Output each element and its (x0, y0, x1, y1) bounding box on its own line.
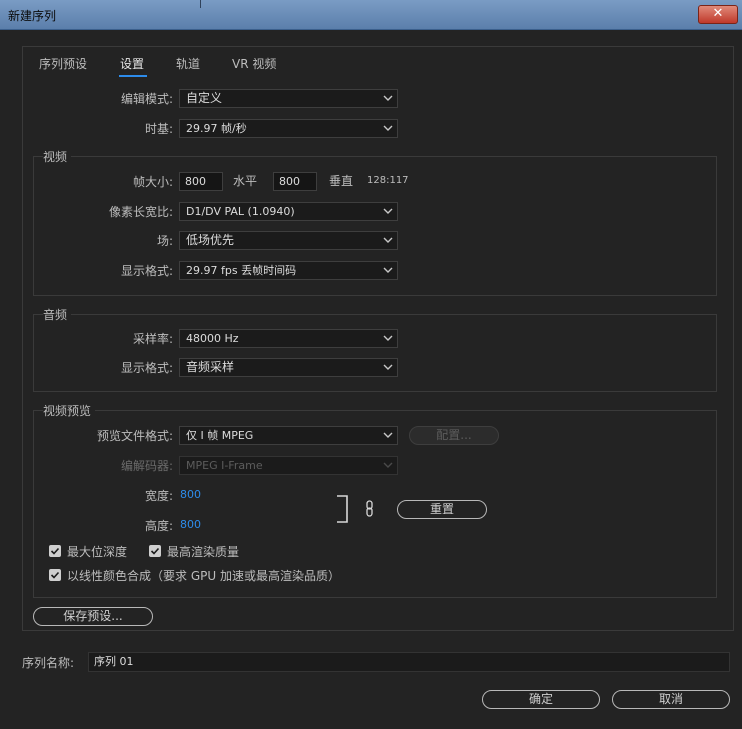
audio-display-format-label: 显示格式: (120, 361, 173, 375)
timebase-select[interactable]: 29.97 帧/秒 (179, 119, 398, 138)
preview-width-label: 宽度: (144, 489, 173, 503)
max-render-quality-label: 最高渲染质量 (167, 545, 240, 559)
video-section-title: 视频 (43, 148, 72, 165)
sequence-name-input[interactable]: 序列 01 (88, 652, 730, 672)
chevron-down-icon (383, 93, 393, 103)
tab-vr-video[interactable]: VR 视频 (232, 55, 276, 72)
pixel-aspect-select[interactable]: D1/DV PAL (1.0940) (179, 202, 398, 221)
pixel-aspect-value: D1/DV PAL (1.0940) (186, 205, 295, 218)
chevron-down-icon (383, 430, 393, 440)
sequence-name-label: 序列名称: (22, 656, 75, 670)
audio-display-format-value: 音频采样 (186, 360, 235, 374)
reset-button[interactable]: 重置 (397, 500, 487, 519)
chevron-down-icon (383, 265, 393, 275)
horizontal-label: 水平 (233, 174, 258, 188)
edit-mode-value: 自定义 (186, 91, 223, 105)
checkmark-icon (50, 571, 60, 579)
active-tab-indicator (119, 75, 147, 77)
chevron-down-icon (383, 206, 393, 216)
sample-rate-label: 采样率: (132, 332, 173, 346)
tab-settings[interactable]: 设置 (120, 55, 144, 72)
sample-rate-select[interactable]: 48000 Hz (179, 329, 398, 348)
linear-color-label: 以线性颜色合成（要求 GPU 加速或最高渲染品质） (67, 569, 340, 583)
chevron-down-icon (383, 460, 393, 470)
edit-mode-select[interactable]: 自定义 (179, 89, 398, 108)
preview-width-value[interactable]: 800 (180, 488, 201, 501)
sample-rate-value: 48000 Hz (186, 332, 239, 345)
chevron-down-icon (383, 123, 393, 133)
frame-height-input[interactable]: 800 (273, 172, 317, 191)
frame-width-input[interactable]: 800 (179, 172, 223, 191)
video-display-format-label: 显示格式: (120, 264, 173, 278)
fields-value: 低场优先 (186, 233, 235, 247)
frame-size-label: 帧大小: (132, 175, 173, 189)
checkmark-icon (150, 547, 160, 555)
cancel-button[interactable]: 取消 (612, 690, 730, 709)
vertical-label: 垂直 (329, 174, 354, 188)
timebase-label: 时基: (144, 122, 173, 136)
edit-mode-label: 编辑模式: (120, 92, 173, 106)
ok-button[interactable]: 确定 (482, 690, 600, 709)
preview-height-label: 高度: (144, 519, 173, 533)
close-button[interactable]: ✕ (698, 5, 738, 24)
preview-file-format-select[interactable]: 仅 I 帧 MPEG (179, 426, 398, 445)
bracket-icon (337, 495, 348, 523)
new-sequence-dialog: 新建序列 ✕ 序列预设 设置 轨道 VR 视频 编辑模式: 自定义 时基: 29… (0, 0, 742, 729)
preview-height-value[interactable]: 800 (180, 518, 201, 531)
fields-label: 场: (156, 234, 173, 248)
codec-value: MPEG I-Frame (186, 459, 263, 472)
video-preview-section-title: 视频预览 (43, 402, 96, 419)
linear-color-checkbox[interactable] (49, 569, 61, 581)
fields-select[interactable]: 低场优先 (179, 231, 398, 250)
chevron-down-icon (383, 235, 393, 245)
timebase-value: 29.97 帧/秒 (186, 122, 247, 135)
codec-label: 编解码器: (120, 459, 173, 473)
chevron-down-icon (383, 362, 393, 372)
video-display-format-value: 29.97 fps 丢帧时间码 (186, 264, 297, 277)
settings-panel: 序列预设 设置 轨道 VR 视频 编辑模式: 自定义 时基: 29.97 帧/秒… (22, 46, 734, 631)
tab-sequence-presets[interactable]: 序列预设 (39, 55, 87, 72)
chevron-down-icon (383, 333, 393, 343)
audio-section-title: 音频 (43, 306, 72, 323)
preview-file-format-value: 仅 I 帧 MPEG (186, 429, 254, 442)
pixel-aspect-label: 像素长宽比: (108, 205, 173, 219)
window-title: 新建序列 (8, 9, 57, 23)
audio-group (33, 314, 717, 392)
dialog-body: 序列预设 设置 轨道 VR 视频 编辑模式: 自定义 时基: 29.97 帧/秒… (6, 30, 742, 729)
max-bit-depth-label: 最大位深度 (67, 545, 128, 559)
max-bit-depth-checkbox[interactable] (49, 545, 61, 557)
preview-file-format-label: 预览文件格式: (96, 429, 173, 443)
max-render-quality-checkbox[interactable] (149, 545, 161, 557)
title-bar[interactable]: 新建序列 ✕ (0, 0, 742, 30)
video-display-format-select[interactable]: 29.97 fps 丢帧时间码 (179, 261, 398, 280)
save-preset-button[interactable]: 保存预设... (33, 607, 153, 626)
configure-button[interactable]: 配置... (409, 426, 499, 445)
tab-tracks[interactable]: 轨道 (176, 55, 200, 72)
chain-link-icon[interactable] (365, 500, 375, 518)
audio-display-format-select[interactable]: 音频采样 (179, 358, 398, 377)
titlebar-divider (200, 0, 201, 8)
codec-select[interactable]: MPEG I-Frame (179, 456, 398, 475)
checkmark-icon (50, 547, 60, 555)
frame-aspect-ratio: 128:117 (367, 175, 409, 186)
